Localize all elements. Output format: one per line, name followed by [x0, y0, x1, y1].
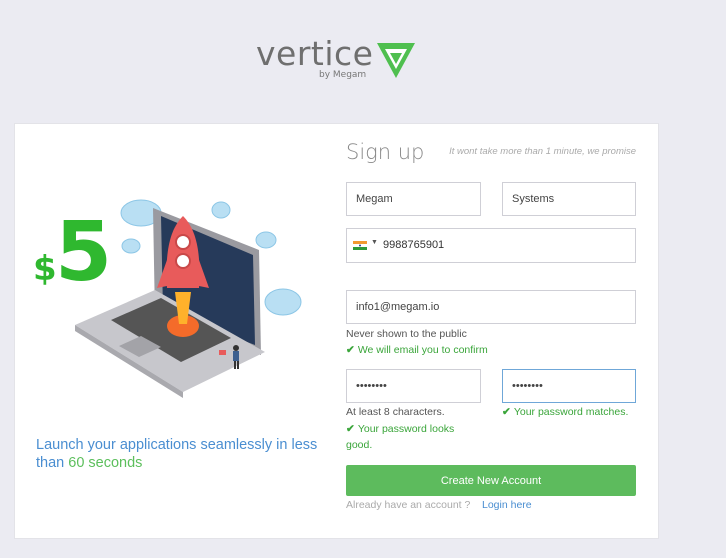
- checkmark-icon: ✔: [346, 344, 355, 356]
- tagline-highlight: 60 seconds: [68, 455, 143, 471]
- tagline: Launch your applications seamlessly in l…: [36, 436, 336, 472]
- password-ok-message: ✔ Your password looks good.: [346, 423, 455, 451]
- logo-byline: by Megam: [319, 70, 367, 80]
- vertice-logo: vertice by Megam: [256, 36, 426, 84]
- create-account-button[interactable]: Create New Account: [346, 465, 636, 496]
- vertice-triangle-icon: [377, 43, 415, 78]
- phone-number[interactable]: 9988765901: [383, 229, 444, 262]
- logo-wordmark: vertice: [256, 34, 374, 73]
- form-title: Sign up: [346, 140, 425, 164]
- checkmark-icon: ✔: [346, 423, 355, 435]
- login-link[interactable]: Login here: [482, 499, 532, 511]
- password-input[interactable]: [346, 369, 481, 403]
- password-help: At least 8 characters.: [346, 406, 445, 418]
- first-name-input[interactable]: [346, 182, 481, 216]
- checkmark-icon: ✔: [502, 406, 511, 418]
- email-input[interactable]: [346, 290, 636, 324]
- rocket-laptop-illustration: $ 5: [33, 199, 302, 398]
- last-name-input[interactable]: [502, 182, 636, 216]
- phone-field[interactable]: ▼ 9988765901: [346, 228, 636, 263]
- email-help: Never shown to the public: [346, 328, 467, 340]
- form-subtitle: It wont take more than 1 minute, we prom…: [449, 146, 636, 157]
- confirm-ok-message: ✔ Your password matches.: [502, 406, 629, 418]
- email-ok-message: ✔ We will email you to confirm: [346, 344, 488, 356]
- price-text: $: [33, 249, 57, 289]
- confirm-password-input[interactable]: [502, 369, 636, 403]
- svg-text:5: 5: [55, 205, 112, 300]
- country-caret-icon[interactable]: ▼: [371, 239, 378, 246]
- india-flag-icon[interactable]: [353, 241, 367, 250]
- already-have-account-text: Already have an account ?: [346, 499, 471, 511]
- signup-card: $ 5 Launch your applications seamlessly …: [14, 123, 659, 539]
